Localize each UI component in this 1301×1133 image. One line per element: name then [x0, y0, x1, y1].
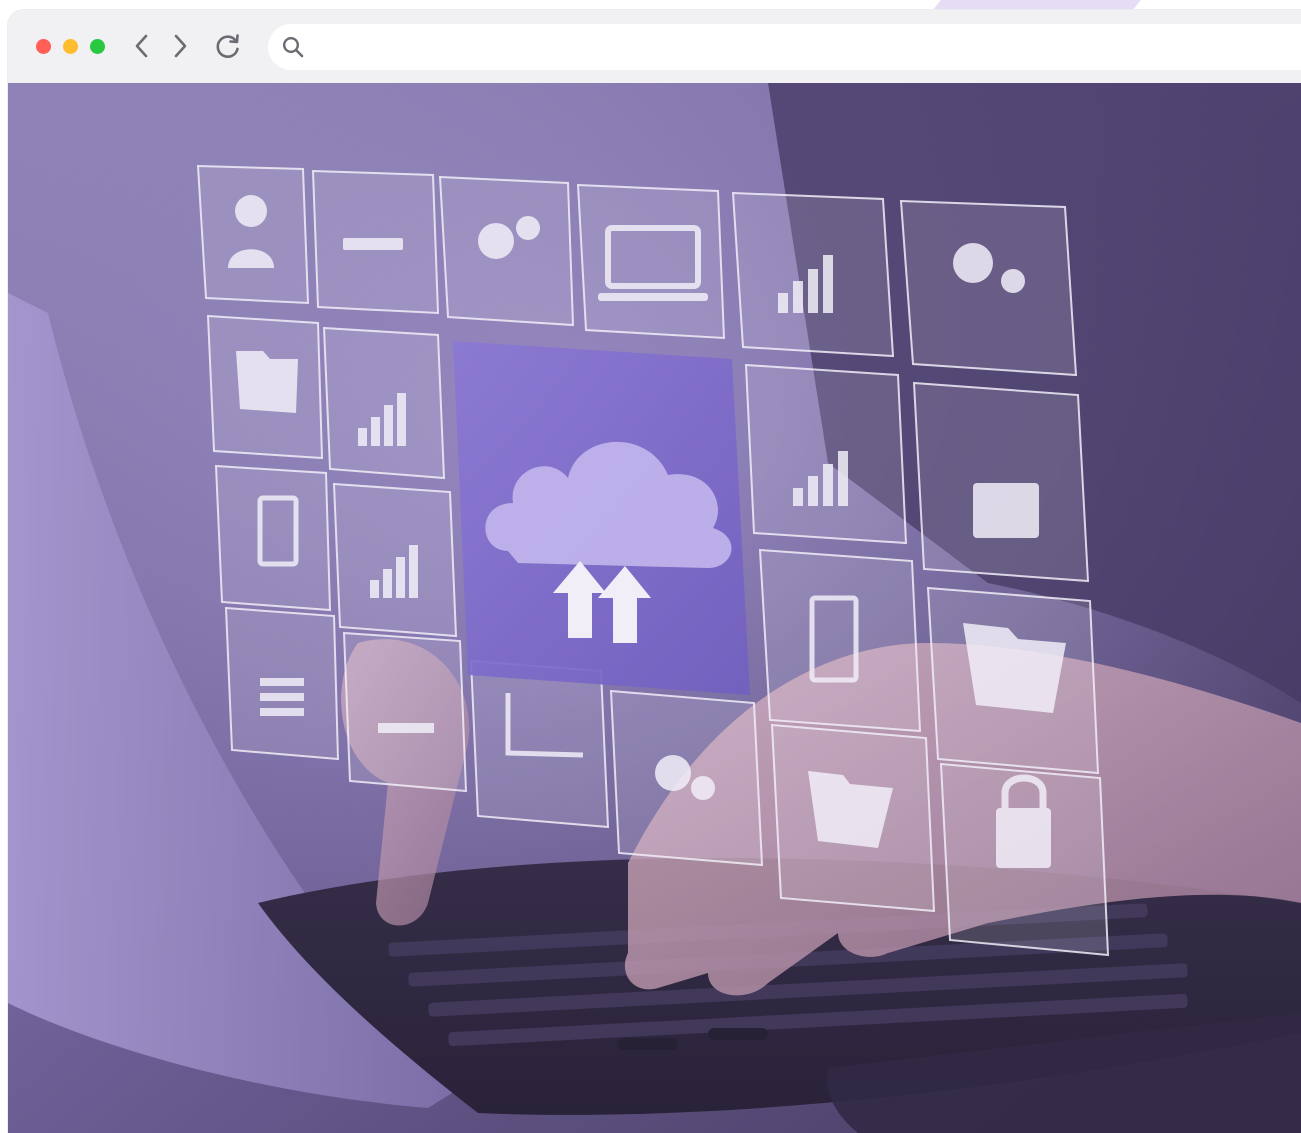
address-bar[interactable]	[268, 23, 1301, 71]
chevron-right-icon	[174, 34, 187, 58]
browser-toolbar	[8, 10, 1301, 83]
window-maximize-button[interactable]	[90, 39, 105, 54]
browser-window	[8, 10, 1301, 1133]
chevron-left-icon	[135, 34, 148, 58]
reload-icon	[216, 34, 239, 58]
reload-button[interactable]	[212, 30, 244, 62]
back-button[interactable]	[126, 30, 158, 62]
window-minimize-button[interactable]	[63, 39, 78, 54]
page	[0, 0, 1301, 1133]
page-viewport	[8, 83, 1301, 1133]
forward-button[interactable]	[164, 30, 196, 62]
hero-image	[8, 83, 1301, 1133]
address-input[interactable]	[314, 23, 1301, 71]
window-close-button[interactable]	[36, 39, 51, 54]
search-icon	[282, 36, 304, 58]
